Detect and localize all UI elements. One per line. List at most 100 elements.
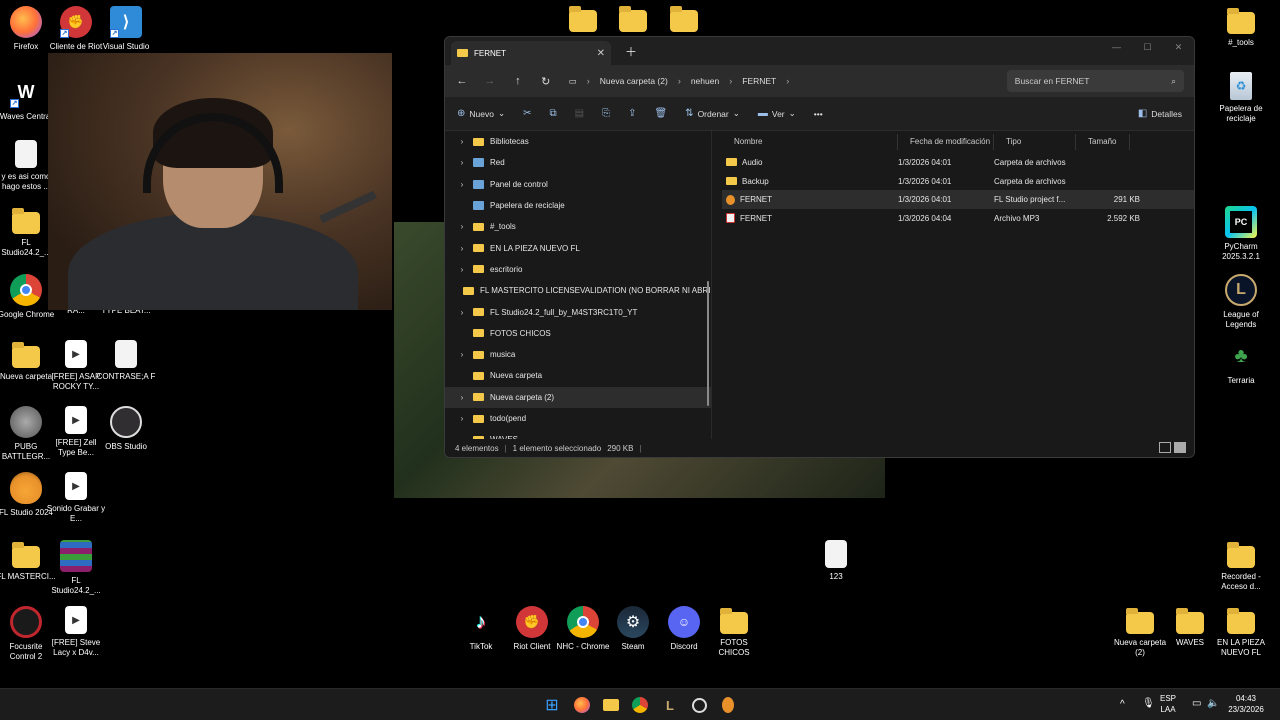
breadcrumb[interactable]: ▭ › Nueva carpeta (2) › nehuen › FERNET … (566, 70, 985, 92)
nav-item[interactable]: › todo(pend (445, 408, 711, 429)
share-button[interactable]: ⇪ (628, 108, 636, 119)
desktop-icon-fl-masterci[interactable]: FL MASTERCI... (0, 540, 56, 582)
microphone-icon[interactable]: 🎙 (1142, 698, 1155, 709)
column-header-name[interactable]: Nombre (722, 134, 898, 150)
file-row[interactable]: Audio 1/3/2026 04:01 Carpeta de archivos (722, 153, 1194, 172)
breadcrumb-item[interactable]: nehuen (691, 76, 719, 86)
nav-item[interactable]: › FL Studio24.2_full_by_M4ST3RC1T0_YT (445, 301, 711, 322)
forward-icon[interactable]: → (483, 75, 497, 87)
obs-icon[interactable] (689, 695, 709, 715)
chevron-right-icon[interactable]: › (457, 308, 467, 317)
desktop-icon-tiktok[interactable]: ♪ TikTok (455, 606, 507, 652)
desktop-icon-fl-studio[interactable]: FL Studio 2024 (0, 472, 53, 518)
desktop-icon-pycharm[interactable]: PC PyCharm 2025.3.2.1 (1215, 206, 1267, 262)
desktop-icon-sonido[interactable]: ▶ Sonido Grabar y E... (47, 472, 105, 524)
back-icon[interactable]: ← (455, 75, 469, 87)
desktop-folder-top-2[interactable] (607, 4, 659, 32)
desktop-icon-waves-folder[interactable]: WAVES (1164, 606, 1216, 648)
show-hidden-icons[interactable]: ^ (1120, 699, 1125, 710)
desktop-icon-winrar[interactable]: FL Studio24.2_... (50, 540, 102, 596)
nav-item[interactable]: Papelera de reciclaje (445, 195, 711, 216)
up-icon[interactable]: ↑ (511, 75, 525, 87)
desktop-icon-document[interactable]: y es asi como hago estos ... (0, 140, 52, 192)
file-row[interactable]: FERNET 1/3/2026 04:04 Archivo MP3 2.592 KB (722, 209, 1194, 228)
nav-item[interactable]: FOTOS CHICOS (445, 323, 711, 344)
refresh-icon[interactable]: ↻ (539, 75, 553, 88)
paste-button[interactable]: ▤ (575, 108, 584, 119)
desktop-icon-league[interactable]: L League of Legends (1215, 274, 1267, 330)
desktop-icon-riot[interactable]: ✊ ↗ Cliente de Riot (50, 6, 102, 52)
tiles-view-icon[interactable] (1174, 442, 1186, 453)
file-row[interactable]: FERNET 1/3/2026 04:01 FL Studio project f.… (722, 190, 1194, 210)
chevron-right-icon[interactable]: › (457, 137, 467, 146)
breadcrumb-item[interactable]: Nueva carpeta (2) (600, 76, 668, 86)
desktop-icon-123[interactable]: 123 (810, 540, 862, 582)
details-button[interactable]: ◧ Detalles (1138, 108, 1182, 119)
minimize-button[interactable]: — (1101, 37, 1132, 65)
desktop-icon-fotos-chicos[interactable]: FOTOS CHICOS (708, 606, 760, 658)
desktop-icon-chrome[interactable]: Google Chrome (0, 274, 54, 320)
desktop-icon-pubg[interactable]: PUBG BATTLEGR... (0, 406, 52, 462)
desktop-icon-zell[interactable]: ▶ [FREE] Zell Type Be... (50, 406, 102, 458)
network-icon[interactable]: ▭ (1192, 698, 1201, 709)
desktop-icon-tools[interactable]: #_tools (1215, 6, 1267, 48)
maximize-button[interactable]: ☐ (1132, 37, 1163, 65)
desktop-icon-terraria[interactable]: ♣ Terraria (1215, 340, 1267, 386)
desktop-icon-steam[interactable]: ⚙ Steam (607, 606, 659, 652)
nav-item[interactable]: WAVES (445, 429, 711, 439)
chevron-right-icon[interactable]: › (457, 265, 467, 274)
nav-item[interactable]: › escritorio (445, 259, 711, 280)
start-icon[interactable]: ⊞ (542, 695, 562, 715)
chevron-right-icon[interactable]: › (457, 158, 467, 167)
details-view-icon[interactable] (1159, 442, 1171, 453)
desktop-icon-contrasena[interactable]: CONTRASE;A F (97, 340, 155, 382)
chevron-right-icon[interactable]: › (457, 350, 467, 359)
desktop-icon-nueva-carpeta[interactable]: Nueva carpeta (0, 340, 52, 382)
cut-button[interactable]: ✂ (523, 108, 531, 119)
close-tab-icon[interactable]: ✕ (597, 48, 605, 59)
column-header-date[interactable]: Fecha de modificación (898, 134, 994, 150)
nav-item[interactable]: › Bibliotecas (445, 131, 711, 152)
copy-button[interactable]: ⧉ (549, 108, 556, 119)
desktop-icon-discord[interactable]: ☺ Discord (658, 606, 710, 652)
chevron-right-icon[interactable]: › (457, 222, 467, 231)
nav-item[interactable]: Nueva carpeta (445, 365, 711, 386)
nav-item[interactable]: › musica (445, 344, 711, 365)
sort-button[interactable]: ⇅ Ordenar ⌄ (685, 108, 740, 119)
column-header-type[interactable]: Tipo (994, 134, 1076, 150)
chevron-right-icon[interactable]: › (457, 393, 467, 402)
desktop-icon-en-la-pieza[interactable]: EN LA PIEZA NUEVO FL (1215, 606, 1267, 658)
desktop-icon-nhc-chrome[interactable]: NHC - Chrome (557, 606, 609, 652)
desktop-icon-recycle-bin[interactable]: ♻ Papelera de reciclaje (1215, 72, 1267, 124)
desktop-folder-top-3[interactable] (658, 4, 710, 32)
desktop-icon-focusrite[interactable]: Focusrite Control 2 (0, 606, 52, 662)
chrome-icon[interactable] (630, 695, 650, 715)
search-input[interactable]: Buscar en FERNET ⌕ (1006, 70, 1185, 92)
file-row[interactable]: Backup 1/3/2026 04:01 Carpeta de archivos (722, 172, 1194, 191)
tab-fernet[interactable]: FERNET ✕ (451, 41, 611, 65)
rename-button[interactable]: ⎘ (602, 108, 610, 119)
firefox-icon[interactable] (572, 695, 592, 715)
delete-button[interactable]: 🗑 (654, 108, 667, 119)
desktop-icon-riot-client[interactable]: ✊ Riot Client (506, 606, 558, 652)
new-button[interactable]: ⊕ Nuevo ⌄ (457, 108, 505, 119)
desktop-icon-recorded[interactable]: Recorded - Acceso d... (1215, 540, 1267, 592)
league-icon[interactable]: L (660, 695, 680, 715)
chevron-right-icon[interactable]: › (457, 414, 467, 423)
desktop-icon-waves[interactable]: W ↗ Waves Central (0, 76, 52, 122)
nav-item[interactable]: FL MASTERCITO LICENSEVALIDATION (NO BORR… (445, 280, 711, 301)
desktop-icon-asap[interactable]: ▶ [FREE] ASAP ROCKY TY... (50, 340, 102, 392)
close-window-button[interactable]: ✕ (1163, 37, 1194, 65)
desktop-folder-top-1[interactable] (557, 4, 609, 32)
column-header-size[interactable]: Tamaño (1076, 134, 1130, 150)
file-explorer-icon[interactable] (601, 695, 621, 715)
language-indicator[interactable]: ESP LAA (1160, 693, 1176, 715)
view-button[interactable]: ▬ Ver ⌄ (758, 108, 796, 119)
desktop-icon-obs[interactable]: OBS Studio (100, 406, 152, 452)
nav-item[interactable]: › Panel de control (445, 174, 711, 195)
desktop-icon-firefox[interactable]: Firefox (0, 6, 52, 52)
nav-item[interactable]: › #_tools (445, 216, 711, 237)
breadcrumb-item[interactable]: FERNET (742, 76, 776, 86)
more-options-button[interactable]: ••• (814, 109, 823, 119)
nav-item[interactable]: › EN LA PIEZA NUEVO FL (445, 237, 711, 258)
